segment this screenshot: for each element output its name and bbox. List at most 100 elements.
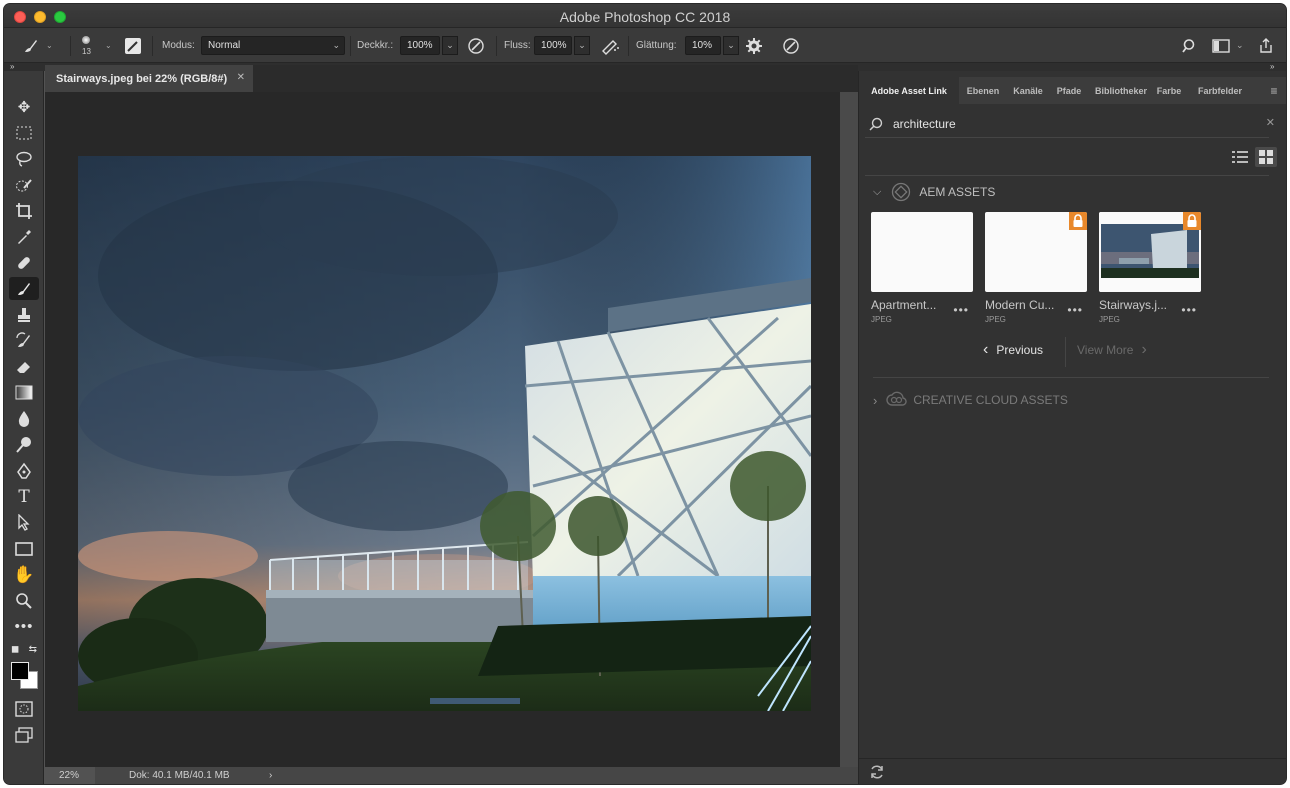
expand-panels-icon[interactable]: » — [1270, 62, 1274, 71]
vertical-scrollbar[interactable] — [840, 92, 858, 767]
zoom-icon — [16, 592, 32, 609]
flow-label: Fluss: — [504, 40, 531, 51]
share-button[interactable] — [1258, 28, 1274, 63]
airbrush-button[interactable] — [600, 28, 620, 63]
separator — [152, 36, 153, 56]
asset-name: Modern Cu... — [985, 298, 1055, 312]
grid-view-button[interactable] — [1255, 147, 1277, 167]
view-more-label: View More — [1077, 343, 1134, 357]
zoom-level-input[interactable]: 22% — [45, 767, 95, 784]
quick-mask-button[interactable] — [9, 697, 39, 720]
history-brush-tool[interactable] — [9, 329, 39, 352]
pressure-size-button[interactable] — [782, 28, 800, 63]
eraser-tool[interactable] — [9, 355, 39, 378]
hand-tool[interactable]: ✋ — [9, 563, 39, 586]
pressure-opacity-button[interactable] — [467, 28, 485, 63]
chevron-down-icon: ⌄ — [105, 41, 112, 50]
dodge-icon — [16, 436, 31, 453]
asset-more-options[interactable]: ••• — [1067, 303, 1083, 317]
asset-more-options[interactable]: ••• — [953, 303, 969, 317]
document-size-info[interactable]: Dok: 40.1 MB/40.1 MB — [129, 767, 230, 784]
separator — [70, 36, 71, 56]
tab-ebenen[interactable]: Ebenen — [959, 77, 1007, 104]
document-tab-bar: Stairways.jpeg bei 22% (RGB/8#) ✕ — [45, 65, 858, 92]
zoom-tool[interactable] — [9, 589, 39, 612]
quick-selection-tool[interactable] — [9, 173, 39, 196]
view-more-button[interactable]: View More › — [1077, 341, 1147, 359]
asset-more-options[interactable]: ••• — [1181, 303, 1197, 317]
marquee-tool[interactable] — [9, 121, 39, 144]
previous-button[interactable]: ‹ Previous — [983, 341, 1043, 359]
aem-assets-title: AEM ASSETS — [919, 185, 996, 199]
expand-toolbar-icon[interactable]: » — [10, 62, 14, 71]
gradient-tool[interactable] — [9, 381, 39, 404]
clear-search-icon[interactable]: ✕ — [1266, 116, 1275, 129]
asset-thumbnail[interactable] — [985, 212, 1087, 292]
mode-select[interactable]: Normal ⌄ — [201, 28, 345, 63]
chevron-down-icon: ⌄ — [446, 40, 454, 50]
smoothing-settings-button[interactable] — [745, 28, 763, 63]
clone-stamp-tool[interactable] — [9, 303, 39, 326]
search-icon — [1182, 38, 1195, 53]
ellipsis-icon: ••• — [14, 618, 34, 635]
smoothing-dropdown[interactable]: ⌄ — [723, 36, 739, 55]
eyedropper-tool[interactable] — [9, 225, 39, 248]
refresh-icon[interactable] — [869, 764, 885, 780]
architecture-photo — [78, 156, 811, 711]
search-button[interactable] — [1182, 28, 1198, 63]
dodge-tool[interactable] — [9, 433, 39, 456]
tab-kanaele[interactable]: Kanäle — [1007, 77, 1049, 104]
flow-input[interactable]: 100% — [534, 36, 572, 55]
more-tools[interactable]: ••• — [9, 615, 39, 638]
tool-preset-picker[interactable]: ⌄ — [22, 28, 53, 63]
blur-tool[interactable] — [9, 407, 39, 430]
color-swap-controls[interactable]: ◼ ⇆ — [9, 641, 39, 657]
pen-tool[interactable] — [9, 459, 39, 482]
brush-panel-toggle[interactable] — [124, 28, 142, 63]
asset-thumbnail[interactable] — [1099, 212, 1201, 292]
asset-thumbnail[interactable] — [871, 212, 973, 292]
asset-name: Apartment... — [871, 298, 937, 312]
lasso-tool[interactable] — [9, 147, 39, 170]
rectangle-tool[interactable] — [9, 537, 39, 560]
asset-card[interactable]: Apartment... JPEG ••• — [871, 212, 973, 324]
crop-tool[interactable] — [9, 199, 39, 222]
tab-farbfelder[interactable]: Farbfelder — [1189, 77, 1251, 104]
tab-farbe[interactable]: Farbe — [1149, 77, 1189, 104]
aem-assets-section-header[interactable]: ⌵ AEM ASSETS — [873, 182, 995, 202]
asset-card[interactable]: Stairways.j... JPEG ••• — [1099, 212, 1201, 324]
opacity-input[interactable]: 100% — [400, 36, 440, 55]
aem-logo-icon — [892, 182, 911, 202]
document-image[interactable] — [78, 156, 811, 711]
brush-tip-icon — [82, 35, 91, 44]
smoothing-input[interactable]: 10% — [685, 36, 721, 55]
screen-mode-icon — [15, 726, 33, 743]
move-icon: ✥ — [17, 98, 31, 116]
search-input[interactable]: architecture — [893, 117, 956, 131]
type-tool[interactable]: T — [9, 485, 39, 508]
creative-cloud-assets-section-header[interactable]: › CREATIVE CLOUD ASSETS — [873, 391, 1068, 409]
flow-dropdown[interactable]: ⌄ — [574, 36, 590, 55]
status-menu-arrow-icon[interactable]: › — [269, 767, 272, 784]
foreground-color-swatch[interactable] — [11, 662, 29, 680]
bandage-icon — [18, 256, 30, 269]
tab-bibliotheken[interactable]: Bibliotheken — [1091, 77, 1147, 104]
close-tab-icon[interactable]: ✕ — [237, 72, 245, 83]
panel-menu-icon[interactable]: ≡ — [1263, 77, 1285, 104]
screen-mode-button[interactable] — [9, 723, 39, 746]
document-tab[interactable]: Stairways.jpeg bei 22% (RGB/8#) ✕ — [45, 65, 253, 92]
tab-pfade[interactable]: Pfade — [1049, 77, 1089, 104]
brush-tool[interactable] — [9, 277, 39, 300]
asset-card[interactable]: Modern Cu... JPEG ••• — [985, 212, 1087, 324]
healing-brush-tool[interactable] — [9, 251, 39, 274]
asset-search[interactable]: architecture ✕ — [865, 110, 1275, 138]
move-tool[interactable]: ✥ — [9, 95, 39, 118]
path-selection-tool[interactable] — [9, 511, 39, 534]
list-view-button[interactable] — [1231, 149, 1249, 165]
brush-preset-picker[interactable]: 13 — [82, 28, 91, 63]
workspace-switcher[interactable]: ⌄ — [1212, 28, 1244, 63]
opacity-dropdown[interactable]: ⌄ — [442, 36, 458, 55]
brush-dropdown[interactable]: ⌄ — [105, 28, 112, 63]
tab-adobe-asset-link[interactable]: Adobe Asset Link — [859, 77, 959, 104]
stamp-icon — [18, 307, 30, 322]
